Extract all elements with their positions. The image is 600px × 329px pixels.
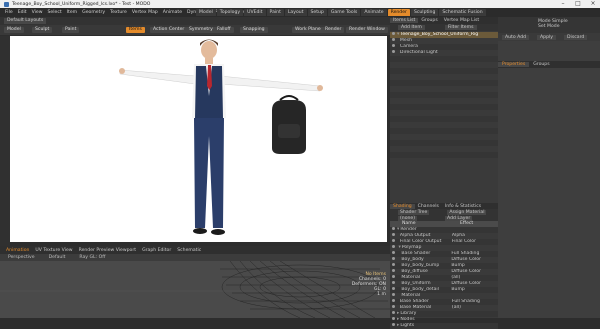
tab-groups-props[interactable]: Groups (529, 62, 553, 67)
tab-topology[interactable]: Topology (216, 9, 244, 16)
menu-item[interactable]: Item (67, 10, 77, 15)
mode-toolbar: Model Sculpt Paint Items Action Center S… (0, 25, 390, 35)
bottom-tab-bar: Animation UV Texture View Render Preview… (0, 246, 390, 254)
tab-layout[interactable]: Layout (284, 9, 307, 16)
falloff-button[interactable]: Falloff (214, 27, 234, 33)
add-layer-button[interactable]: Add Layer (445, 215, 473, 221)
work-plane-button[interactable]: Work Plane (292, 27, 324, 33)
layout-dropdown[interactable]: Default Layouts (4, 18, 47, 24)
tab-model[interactable]: Model (196, 9, 216, 16)
tab-graph-editor[interactable]: Graph Editor (142, 248, 171, 253)
tab-render[interactable]: Render (387, 9, 410, 16)
bottom-view-mode[interactable]: Perspective (8, 255, 35, 260)
assign-material-button[interactable]: Assign Material (447, 209, 487, 215)
tab-animation[interactable]: Animation (6, 248, 29, 253)
shader-tree-dropdown[interactable]: Shader Tree (398, 209, 430, 215)
symmetry-button[interactable]: Symmetry (186, 27, 216, 33)
action-center-button[interactable]: Action Center (150, 27, 188, 33)
tab-groups[interactable]: Groups (418, 18, 440, 23)
tab-schematic[interactable]: Schematic (177, 248, 201, 253)
shader-row[interactable]: ▸Lights (390, 323, 498, 329)
menu-bar: File Edit View Select Item Geometry Text… (0, 8, 600, 17)
filter-items-field[interactable]: Filter Items (444, 25, 477, 30)
model-button[interactable]: Model (4, 27, 24, 33)
tab-setup[interactable]: Setup (307, 9, 327, 16)
items-panel: Items List Groups Vertex Map List Add It… (390, 17, 498, 329)
bottom-view-ray[interactable]: Ray GL: Off (79, 255, 105, 260)
paint-button[interactable]: Paint (62, 27, 80, 33)
tab-render-preview[interactable]: Render Preview Viewport (79, 248, 136, 253)
tab-info-statistics[interactable]: Info & Statistics (442, 204, 484, 209)
properties-panel: Mode Simple Set Mode Auto Add Apply Disc… (498, 17, 600, 318)
menu-edit[interactable]: Edit (18, 10, 27, 15)
3d-viewport[interactable] (10, 36, 387, 242)
tab-sculpting[interactable]: Sculpting (410, 9, 439, 16)
stat-scale: 1 m (377, 292, 386, 297)
render-window-button[interactable]: Render Window (346, 27, 388, 33)
scene-render (119, 39, 323, 235)
menu-geometry[interactable]: Geometry (82, 10, 105, 15)
tab-shading[interactable]: Shading (390, 203, 415, 209)
tab-animate[interactable]: Animate (361, 9, 387, 16)
menu-vertex-map[interactable]: Vertex Map (132, 10, 158, 15)
menu-file[interactable]: File (5, 10, 13, 15)
bottom-viewport[interactable]: Perspective Default Ray GL: Off No Items… (0, 254, 390, 318)
tab-properties[interactable]: Properties (498, 62, 530, 67)
set-mode-button[interactable]: Set Mode (538, 24, 600, 29)
auto-add-button[interactable]: Auto Add (502, 34, 530, 40)
tab-channels[interactable]: Channels (415, 204, 442, 209)
minimize-icon[interactable]: – (556, 0, 570, 8)
tab-game-tools[interactable]: Game Tools (327, 9, 361, 16)
bottom-view-stats: No Items Channels: 0 Deformers: ON GL: 0… (340, 272, 386, 297)
shader-tree: ▾Render Alpha Output Alpha Final Color Ou… (390, 227, 498, 329)
tab-schematic-fusion[interactable]: Schematic Fusion (439, 9, 486, 16)
window-title: Teenage_Boy_School_Uniform_Rigged_lcs.lx… (12, 1, 151, 7)
col-effect: Effect (460, 221, 474, 226)
app-icon (4, 1, 9, 7)
items-list: ▾Teenage_Boy_School_Uniform_Rig Mesh Cam… (390, 32, 498, 164)
close-icon[interactable]: × (586, 0, 600, 8)
add-item-button[interactable]: Add Item (398, 25, 425, 30)
layout-tabs: Model Topology UVEdit Paint Layout Setup… (196, 9, 487, 16)
tab-uv-texture-view[interactable]: UV Texture View (35, 248, 72, 253)
menu-view[interactable]: View (32, 10, 43, 15)
discard-button[interactable]: Discard (564, 34, 588, 40)
left-tool-strip (0, 36, 10, 246)
render-button[interactable]: Render (322, 27, 345, 33)
tab-items-list[interactable]: Items List (390, 18, 419, 23)
maximize-icon[interactable]: □ (571, 0, 585, 8)
items-button[interactable]: Items (126, 27, 145, 33)
title-bar: Teenage_Boy_School_Uniform_Rigged_lcs.lx… (0, 0, 600, 8)
scene-dropdown[interactable]: (none) (398, 215, 418, 221)
snapping-button[interactable]: Snapping (240, 27, 268, 33)
menu-texture[interactable]: Texture (110, 10, 127, 15)
bottom-view-shade[interactable]: Default (49, 255, 66, 260)
menu-select[interactable]: Select (48, 10, 62, 15)
tab-paint[interactable]: Paint (266, 9, 284, 16)
apply-button[interactable]: Apply (537, 34, 557, 40)
menu-animate[interactable]: Animate (163, 10, 182, 15)
sculpt-button[interactable]: Sculpt (32, 27, 53, 33)
tab-uvedit[interactable]: UVEdit (244, 9, 266, 16)
tab-vertex-map-list[interactable]: Vertex Map List (441, 18, 482, 23)
list-item (390, 158, 498, 164)
wireframe-mesh (0, 261, 390, 318)
